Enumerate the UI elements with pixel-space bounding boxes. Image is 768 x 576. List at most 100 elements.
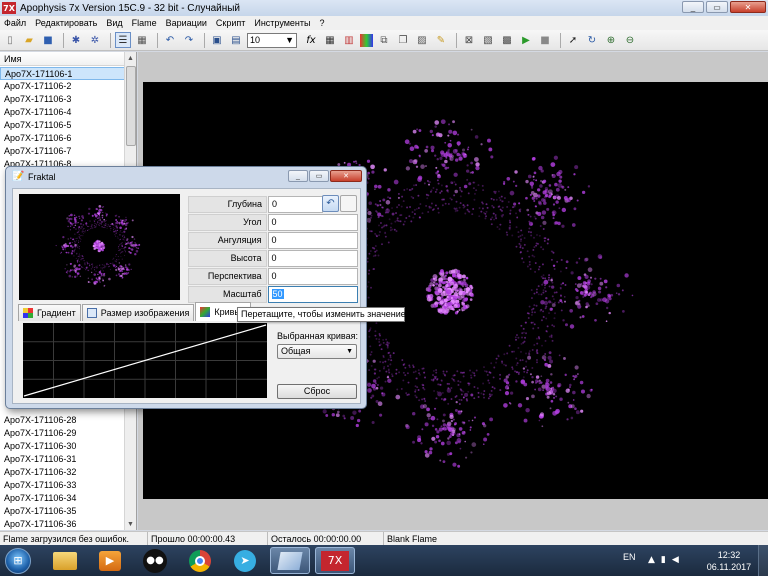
scroll-down-icon[interactable]: ▼ — [125, 518, 136, 530]
list-view-icon[interactable]: ☰ — [115, 32, 131, 48]
curve-editor[interactable] — [23, 323, 267, 398]
close-button[interactable]: ✕ — [730, 1, 766, 13]
pointer-icon[interactable]: ➚ — [565, 32, 581, 48]
gradient-grid-icon — [23, 308, 33, 318]
menu-help[interactable]: ? — [319, 18, 324, 28]
list-item[interactable]: Apo7X-171106-5 — [0, 119, 125, 132]
menu-flame[interactable]: Flame — [132, 18, 157, 28]
dialog-maximize-button[interactable]: ▭ — [309, 170, 329, 182]
gradient-icon[interactable]: ▥ — [341, 32, 357, 48]
dialog-minimize-button[interactable]: _ — [288, 170, 308, 182]
curves-icon[interactable]: ⊠ — [461, 32, 477, 48]
folder-icon[interactable] — [45, 547, 85, 574]
list-item[interactable]: Apo7X-171106-7 — [0, 145, 125, 158]
prop-label-scale: Масштаб — [188, 285, 267, 303]
play-icon[interactable]: ▶ — [518, 32, 534, 48]
menu-script[interactable]: Скрипт — [216, 18, 245, 28]
batch-icon[interactable]: ✲ — [87, 32, 103, 48]
list-item[interactable]: Apo7X-171106-32 — [0, 466, 125, 479]
prop-input-scale[interactable]: 50 — [267, 285, 358, 303]
open-icon[interactable]: ▰ — [21, 32, 37, 48]
new-icon[interactable]: ▯ — [2, 32, 18, 48]
media-player-icon[interactable]: ▶ — [90, 547, 130, 574]
dialog-title-bar[interactable]: 📝 Fraktal _ ▭ ✕ — [6, 167, 366, 187]
toolbar-separator — [456, 32, 457, 48]
window-icon[interactable] — [270, 547, 310, 574]
list-item[interactable]: Apo7X-171106-33 — [0, 479, 125, 492]
list-item[interactable]: Apo7X-171106-1 — [0, 67, 125, 80]
size-icon[interactable]: ⧉ — [376, 32, 392, 48]
list-item[interactable]: Apo7X-171106-34 — [0, 492, 125, 505]
stop-icon[interactable]: ■ — [537, 32, 553, 48]
image-icon[interactable]: ▧ — [480, 32, 496, 48]
list-item[interactable]: Apo7X-171106-4 — [0, 106, 125, 119]
rotate-icon[interactable]: ↻ — [584, 32, 600, 48]
telegram-icon[interactable]: ➤ — [225, 547, 265, 574]
list-item[interactable]: Apo7X-171106-36 — [0, 518, 125, 531]
network-icon[interactable]: ▮ — [661, 555, 666, 565]
menu-variations[interactable]: Вариации — [166, 18, 207, 28]
minimize-button[interactable]: _ — [682, 1, 704, 13]
redo-icon[interactable]: ↷ — [181, 32, 197, 48]
paste-icon[interactable]: ▨ — [414, 32, 430, 48]
status-message: Flame загрузился без ошибок. — [0, 531, 148, 546]
menu-edit[interactable]: Редактировать — [35, 18, 97, 28]
undo-icon[interactable]: ↶ — [162, 32, 178, 48]
fullscreen-icon[interactable]: ▣ — [209, 32, 225, 48]
language-indicator[interactable]: EN — [623, 552, 636, 562]
prop-input-dof[interactable]: 0 — [268, 195, 323, 213]
prop-input-pitch[interactable]: 0 — [267, 231, 358, 249]
chrome-icon[interactable] — [180, 547, 220, 574]
list-item[interactable]: Apo7X-171106-31 — [0, 453, 125, 466]
tray-expand-icon[interactable]: ▲ — [648, 555, 655, 565]
start-button[interactable]: ⊞ — [5, 547, 31, 574]
chevron-down-icon: ▼ — [285, 35, 294, 45]
scroll-up-icon[interactable]: ▲ — [125, 52, 136, 64]
curve-select[interactable]: Общая ▼ — [277, 344, 357, 359]
maximize-button[interactable]: ▭ — [706, 1, 728, 13]
menu-tools[interactable]: Инструменты — [254, 18, 310, 28]
status-elapsed: Прошло 00:00:00.43 — [148, 531, 268, 546]
volume-icon[interactable]: ◀ — [672, 555, 679, 565]
list-item[interactable]: Apo7X-171106-29 — [0, 427, 125, 440]
list-item[interactable]: Apo7X-171106-35 — [0, 505, 125, 518]
list-item[interactable]: Apo7X-171106-30 — [0, 440, 125, 453]
list-item[interactable]: Apo7X-171106-28 — [0, 414, 125, 427]
prop-input-height[interactable]: 0 — [267, 249, 358, 267]
reset-view-icon[interactable]: ↶ — [322, 195, 339, 212]
list-item[interactable]: Apo7X-171106-3 — [0, 93, 125, 106]
clock[interactable]: 12:32 06.11.2017 — [704, 549, 754, 573]
list-item[interactable]: Apo7X-171106-6 — [0, 132, 125, 145]
zoom-in-icon[interactable]: ⊕ — [603, 32, 619, 48]
zoom-out-icon[interactable]: ⊖ — [622, 32, 638, 48]
film-icon[interactable]: ▩ — [499, 32, 515, 48]
tab-gradient[interactable]: Градиент — [18, 304, 81, 321]
formula-icon[interactable]: fx — [303, 32, 319, 48]
list-item[interactable]: Apo7X-171106-2 — [0, 80, 125, 93]
prop-input-angle[interactable]: 0 — [267, 213, 358, 231]
prop-row-scale: Масштаб 50 — [188, 285, 358, 303]
apophysis-icon[interactable]: 7X — [315, 547, 355, 574]
prop-input-perspective[interactable]: 0 — [267, 267, 358, 285]
tab-image-size[interactable]: Размер изображения — [81, 304, 195, 321]
mutate-icon[interactable]: ✎ — [433, 32, 449, 48]
density-combo[interactable]: 10 ▼ — [247, 32, 297, 48]
chevron-down-icon: ▼ — [346, 348, 353, 355]
save-icon[interactable]: ■ — [40, 32, 56, 48]
blank-button[interactable] — [340, 195, 357, 212]
list-header-name[interactable]: Имя — [0, 52, 125, 66]
menu-file[interactable]: Файл — [4, 18, 26, 28]
toolbar-separator — [157, 32, 158, 48]
table-icon[interactable]: ▦ — [322, 32, 338, 48]
scroll-thumb[interactable] — [126, 66, 136, 146]
reset-button[interactable]: Сброс — [277, 384, 357, 399]
adjust-icon[interactable] — [360, 33, 373, 47]
eyes-app-icon[interactable]: ●● — [135, 547, 175, 574]
copy-icon[interactable]: ❐ — [395, 32, 411, 48]
menu-view[interactable]: Вид — [106, 18, 122, 28]
show-desktop-button[interactable] — [758, 545, 768, 576]
preview-icon[interactable]: ▤ — [228, 32, 244, 48]
dialog-close-button[interactable]: ✕ — [330, 170, 362, 182]
icon-view-icon[interactable]: ▦ — [134, 32, 150, 48]
render-icon[interactable]: ✱ — [68, 32, 84, 48]
